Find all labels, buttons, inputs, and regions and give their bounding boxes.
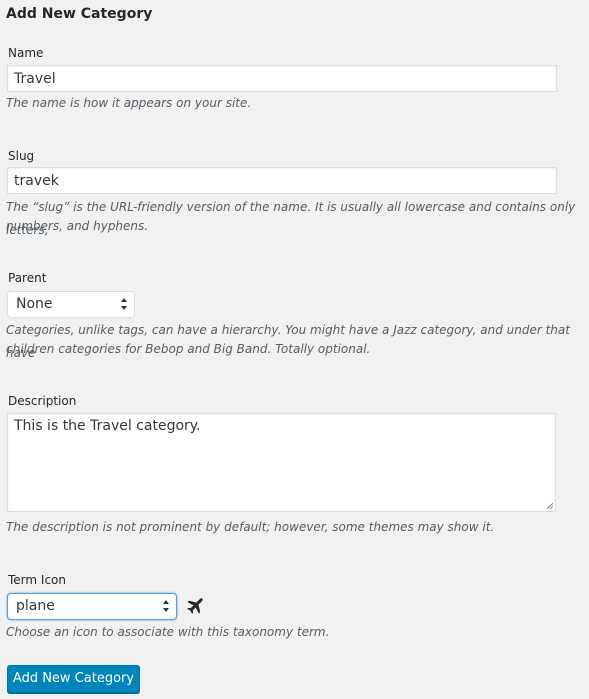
parent-select-value: None [16, 296, 53, 312]
parent-help-text-line2: children categories for Bebop and Big Ba… [6, 342, 371, 356]
term-icon-help-text: Choose an icon to associate with this ta… [6, 625, 330, 639]
parent-select[interactable]: None [7, 291, 135, 318]
resize-grip-icon[interactable] [546, 502, 554, 510]
description-label: Description [8, 394, 77, 408]
plane-icon [187, 598, 203, 614]
description-textarea[interactable]: This is the Travel category. [7, 413, 556, 512]
term-icon-select-value: plane [16, 598, 55, 614]
name-help-text: The name is how it appears on your site. [6, 96, 252, 110]
parent-label: Parent [8, 271, 47, 285]
add-category-form: Add New Category Name Travel The name is… [0, 0, 589, 699]
term-icon-select[interactable]: plane [7, 593, 177, 620]
slug-help-text-line2: numbers, and hyphens. [6, 219, 149, 233]
name-input[interactable]: Travel [7, 65, 557, 92]
description-help-text: The description is not prominent by defa… [6, 520, 495, 534]
select-arrows-icon [163, 600, 169, 612]
form-title: Add New Category [6, 6, 153, 22]
name-label: Name [8, 46, 44, 60]
term-icon-label: Term Icon [8, 573, 66, 587]
add-new-category-button[interactable]: Add New Category [7, 665, 140, 693]
slug-input[interactable]: travek [7, 167, 557, 194]
slug-label: Slug [8, 149, 35, 163]
description-text: This is the Travel category. [14, 418, 201, 434]
select-arrows-icon [121, 298, 127, 310]
